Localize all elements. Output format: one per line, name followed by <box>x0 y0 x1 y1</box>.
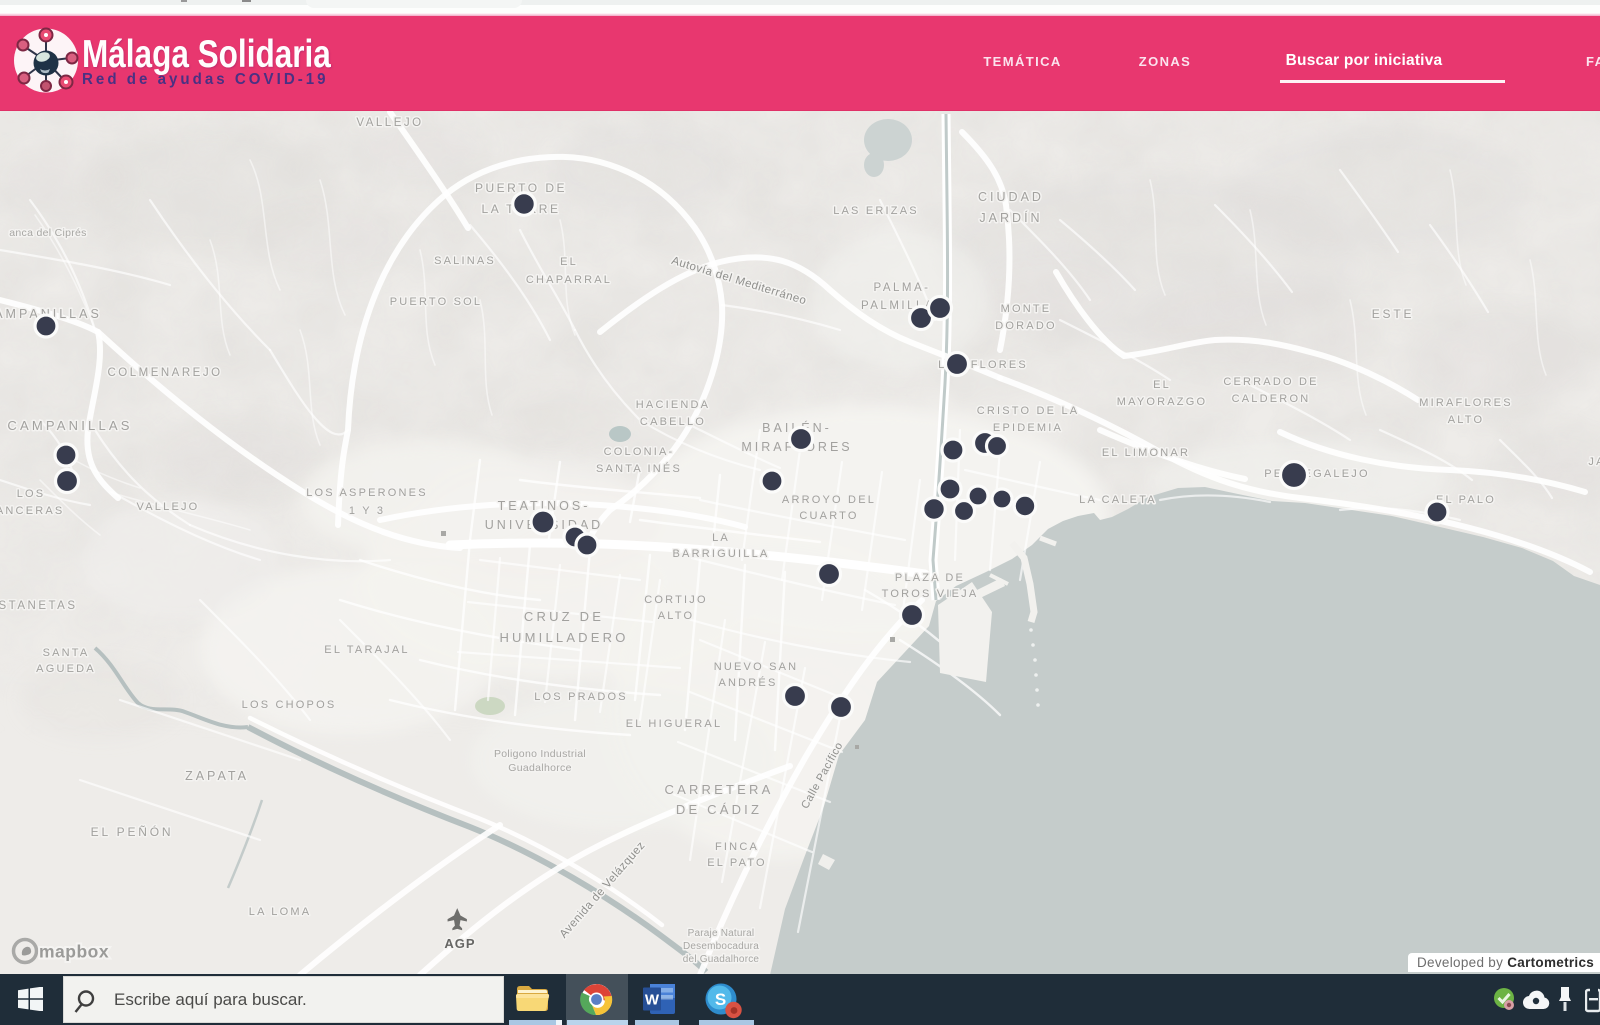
svg-text:CORTIJO: CORTIJO <box>644 594 707 606</box>
svg-text:DE CÁDIZ: DE CÁDIZ <box>676 802 762 817</box>
svg-text:VALLEJO: VALLEJO <box>356 117 423 129</box>
svg-text:LOS CHOPOS: LOS CHOPOS <box>242 699 337 711</box>
svg-text:EL: EL <box>1153 379 1171 391</box>
svg-text:CUARTO: CUARTO <box>799 510 858 522</box>
svg-text:BARRIGUILLA: BARRIGUILLA <box>673 548 770 560</box>
svg-text:FINCA: FINCA <box>715 841 759 853</box>
svg-text:CARRETERA: CARRETERA <box>665 782 774 797</box>
svg-text:CIUDAD: CIUDAD <box>978 190 1044 204</box>
svg-text:PUERTO SOL: PUERTO SOL <box>390 296 483 308</box>
svg-text:AGP: AGP <box>444 936 475 951</box>
svg-text:COLMENAREJO: COLMENAREJO <box>107 367 222 379</box>
svg-text:anca del Ciprés: anca del Ciprés <box>9 227 86 239</box>
svg-text:del Guadalhorce: del Guadalhorce <box>683 954 760 965</box>
svg-text:EL PATO: EL PATO <box>707 857 767 869</box>
svg-text:MAYORAZGO: MAYORAZGO <box>1117 396 1208 408</box>
svg-text:CHAPARRAL: CHAPARRAL <box>526 274 612 286</box>
svg-text:CRISTO DE LA: CRISTO DE LA <box>977 405 1080 417</box>
svg-text:ESTE: ESTE <box>1372 307 1415 321</box>
svg-text:MIRAFLORES: MIRAFLORES <box>1419 397 1513 409</box>
svg-text:VALLEJO: VALLEJO <box>137 501 200 513</box>
svg-text:ZAPATA: ZAPATA <box>185 769 249 783</box>
svg-text:ANDRÉS: ANDRÉS <box>718 676 777 689</box>
svg-text:CALDERON: CALDERON <box>1232 393 1311 405</box>
svg-text:SANTA: SANTA <box>43 647 90 659</box>
svg-text:CRUZ DE: CRUZ DE <box>524 609 604 624</box>
svg-text:ARROYO DEL: ARROYO DEL <box>782 494 876 506</box>
svg-text:EL PEÑÓN: EL PEÑÓN <box>91 824 174 839</box>
svg-text:JARDÍN: JARDÍN <box>979 210 1042 225</box>
svg-text:STANETAS: STANETAS <box>0 600 78 612</box>
svg-text:LA: LA <box>712 532 730 544</box>
svg-text:TOROS VIEJA: TOROS VIEJA <box>882 588 979 600</box>
svg-text:LA LOMA: LA LOMA <box>249 906 311 918</box>
svg-text:COLONIA-: COLONIA- <box>604 446 675 458</box>
svg-text:NUEVO SAN: NUEVO SAN <box>714 661 799 673</box>
svg-text:EL TARAJAL: EL TARAJAL <box>324 644 409 656</box>
svg-text:CABELLO: CABELLO <box>640 416 706 428</box>
svg-text:JA: JA <box>1588 456 1600 468</box>
svg-text:1 Y 3: 1 Y 3 <box>349 505 385 517</box>
svg-text:ALTO: ALTO <box>658 610 695 622</box>
svg-text:EL: EL <box>560 256 578 268</box>
svg-text:PALMA-: PALMA- <box>874 282 931 294</box>
svg-text:EL LIMONAR: EL LIMONAR <box>1102 447 1190 459</box>
svg-text:LANCERAS: LANCERAS <box>0 505 64 517</box>
svg-text:S: S <box>715 990 726 1009</box>
svg-text:AGUEDA: AGUEDA <box>36 663 96 675</box>
svg-text:EPIDEMIA: EPIDEMIA <box>993 422 1063 434</box>
svg-text:HUMILLADERO: HUMILLADERO <box>499 630 628 645</box>
svg-text:SALINAS: SALINAS <box>434 255 496 267</box>
svg-text:ALTO: ALTO <box>1448 414 1485 426</box>
svg-text:DORADO: DORADO <box>995 320 1056 332</box>
svg-text:LA CALETA: LA CALETA <box>1079 494 1157 506</box>
svg-text:mapbox: mapbox <box>39 942 109 962</box>
svg-text:LAS ERIZAS: LAS ERIZAS <box>833 205 919 217</box>
svg-text:LOS PRADOS: LOS PRADOS <box>534 691 628 703</box>
svg-text:PLAZA DE: PLAZA DE <box>895 572 965 584</box>
svg-text:EL HIGUERAL: EL HIGUERAL <box>626 718 723 730</box>
svg-text:Paraje Natural: Paraje Natural <box>688 928 755 939</box>
svg-text:LOS: LOS <box>17 488 46 500</box>
svg-text:CERRADO DE: CERRADO DE <box>1223 376 1318 388</box>
svg-text:Poligono Industrial: Poligono Industrial <box>494 748 586 760</box>
svg-text:HACIENDA: HACIENDA <box>636 399 710 411</box>
svg-text:CAMPANILLAS: CAMPANILLAS <box>7 418 132 433</box>
svg-text:LOS ASPERONES: LOS ASPERONES <box>306 487 428 499</box>
svg-text:SANTA INÉS: SANTA INÉS <box>596 462 682 475</box>
svg-text:W: W <box>645 992 660 1009</box>
svg-text:Desembocadura: Desembocadura <box>683 941 759 952</box>
svg-text:Guadalhorce: Guadalhorce <box>508 762 571 774</box>
svg-text:MONTE: MONTE <box>1001 303 1052 315</box>
